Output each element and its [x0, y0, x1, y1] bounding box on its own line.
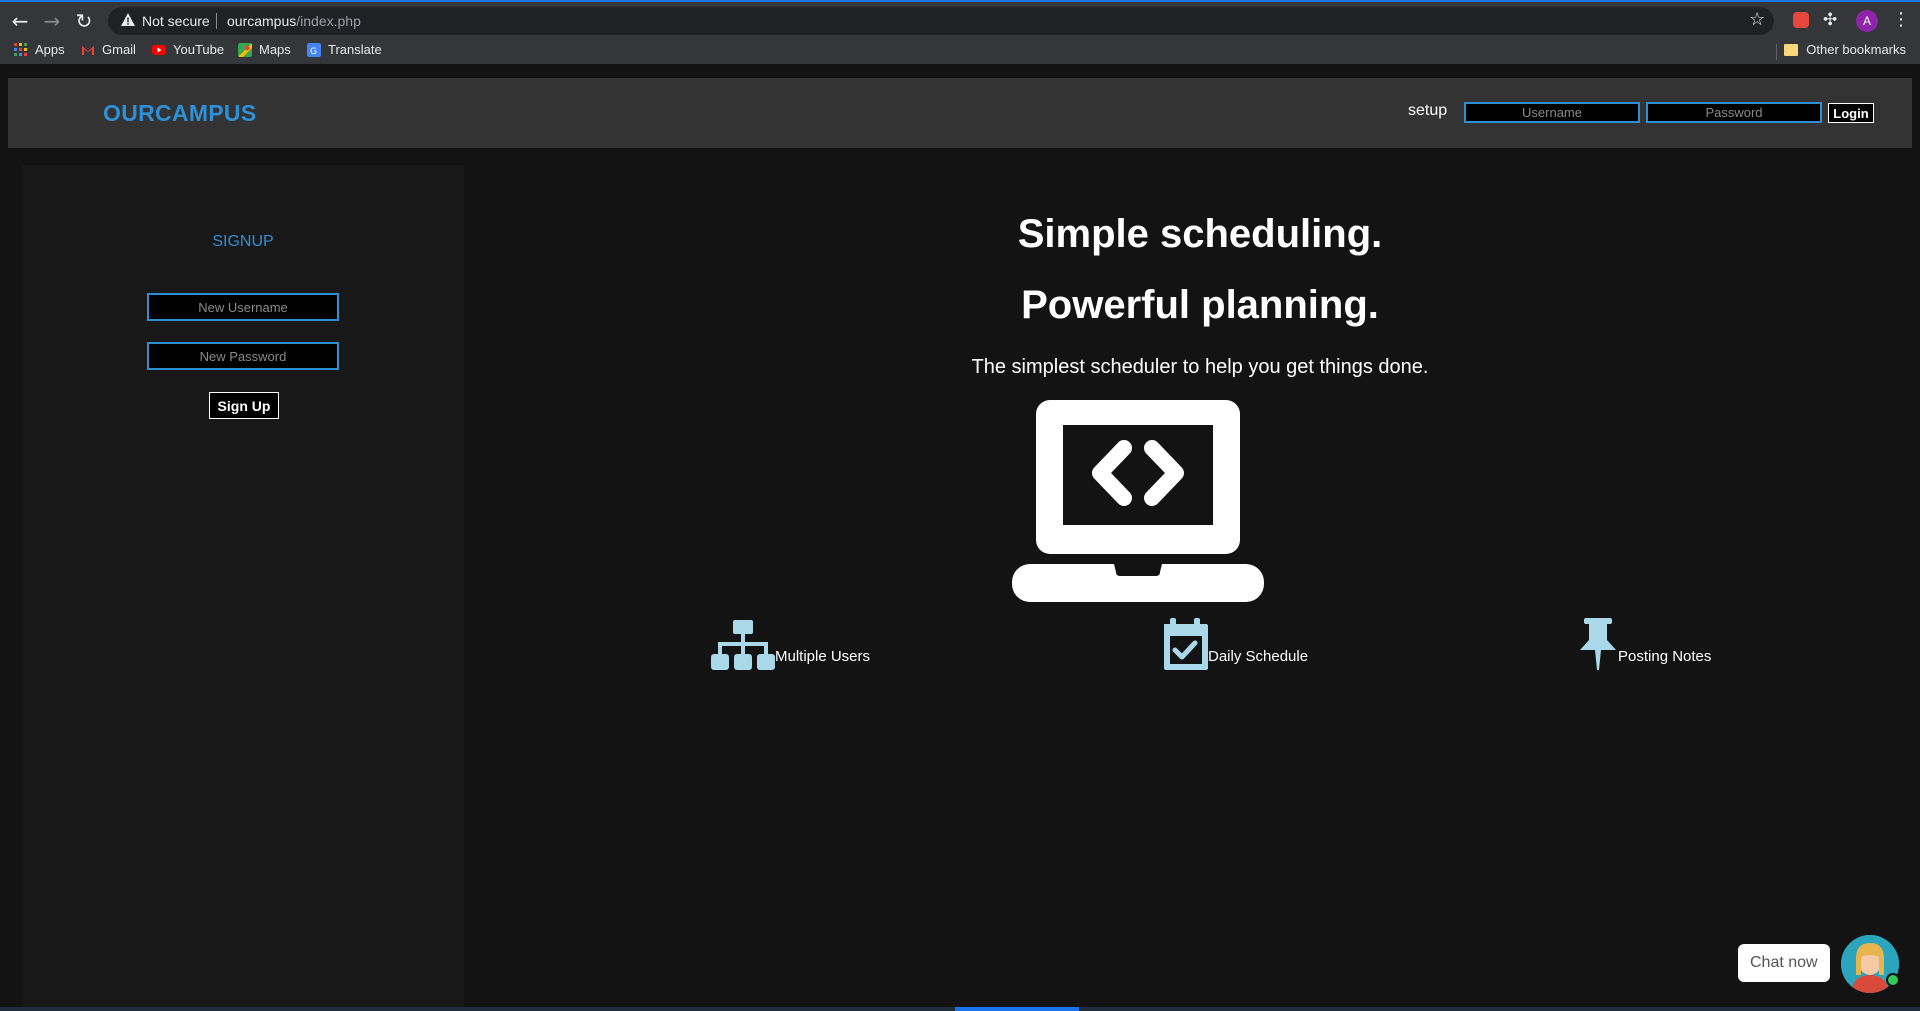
address-bar[interactable]: Not secure ourcampus/index.php: [108, 7, 1774, 35]
folder-icon: [1784, 43, 1799, 56]
hero-headline-2: Powerful planning.: [1021, 283, 1379, 327]
apps-grid-icon: [14, 42, 27, 56]
not-secure-label[interactable]: Not secure: [142, 13, 210, 29]
bookmark-star-icon[interactable]: ☆: [1749, 9, 1765, 30]
feature-daily-schedule: Daily Schedule: [1162, 618, 1308, 672]
feature-label: Multiple Users: [775, 648, 871, 665]
bookmark-label: YouTube: [173, 42, 225, 57]
menu-kebab-icon[interactable]: ⋮: [1892, 9, 1910, 30]
bookmark-label: Translate: [328, 42, 382, 57]
bookmarks-divider: [1776, 44, 1777, 60]
bookmark-gmail[interactable]: Gmail: [81, 42, 136, 57]
profile-avatar[interactable]: A: [1856, 10, 1878, 32]
url-text[interactable]: ourcampus/index.php: [227, 13, 361, 29]
reload-icon[interactable]: ↻: [72, 9, 96, 33]
brand-logo[interactable]: OURCAMPUS: [103, 100, 256, 127]
thumbtack-icon: [1580, 618, 1616, 670]
bookmark-label: Apps: [35, 42, 65, 57]
forward-icon[interactable]: →: [40, 9, 64, 33]
omnibox-divider: [216, 13, 217, 29]
scrollbar-thumb[interactable]: [955, 1007, 1079, 1011]
hero-headline-1: Simple scheduling.: [1017, 212, 1383, 256]
bookmarks-bar: Apps Gmail YouTube Maps G Translate Othe…: [0, 38, 1920, 64]
svg-text:G: G: [310, 47, 317, 57]
maps-icon: [238, 42, 252, 57]
laptop-code-icon: [1012, 400, 1264, 602]
translate-icon: G: [307, 42, 321, 57]
online-status-dot: [1886, 973, 1900, 987]
sitemap-icon: [711, 620, 775, 670]
youtube-icon: [152, 44, 166, 55]
username-input[interactable]: [1464, 102, 1640, 123]
url-path: /index.php: [296, 13, 361, 29]
signup-panel: SIGNUP Sign Up: [22, 165, 464, 1011]
bookmark-translate[interactable]: G Translate: [307, 42, 382, 57]
warning-icon[interactable]: [120, 12, 136, 28]
site-header: OURCAMPUS setup Login: [8, 78, 1912, 148]
extension-icon[interactable]: [1793, 12, 1809, 28]
signup-title: SIGNUP: [212, 233, 274, 250]
password-input[interactable]: [1646, 102, 1822, 123]
url-host: ourcampus: [227, 13, 297, 29]
feature-label: Daily Schedule: [1208, 648, 1309, 665]
browser-toolbar: ← → ↻ Not secure ourcampus/index.php ☆ ✣…: [0, 0, 1920, 38]
other-bookmarks-label: Other bookmarks: [1806, 42, 1906, 57]
feature-posting-notes: Posting Notes: [1578, 618, 1711, 672]
chat-now-button[interactable]: Chat now: [1738, 944, 1830, 982]
hero-subheadline: The simplest scheduler to help you get t…: [971, 356, 1429, 378]
bookmark-maps[interactable]: Maps: [238, 42, 291, 57]
bookmark-label: Gmail: [102, 42, 136, 57]
signup-button[interactable]: Sign Up: [209, 392, 279, 419]
other-bookmarks[interactable]: Other bookmarks: [1784, 42, 1906, 57]
feature-label: Posting Notes: [1618, 648, 1712, 665]
calendar-check-icon: [1164, 618, 1208, 670]
feature-multiple-users: Multiple Users: [711, 618, 870, 672]
login-button[interactable]: Login: [1828, 103, 1874, 123]
bookmark-youtube[interactable]: YouTube: [152, 42, 224, 57]
gmail-icon: [82, 45, 94, 55]
setup-link[interactable]: setup: [1408, 102, 1447, 120]
new-username-input[interactable]: [147, 293, 339, 321]
bookmark-apps[interactable]: Apps: [14, 42, 65, 57]
extensions-puzzle-icon[interactable]: ✣: [1823, 10, 1837, 30]
bookmark-label: Maps: [259, 42, 291, 57]
new-password-input[interactable]: [147, 342, 339, 370]
back-icon[interactable]: ←: [8, 9, 32, 33]
